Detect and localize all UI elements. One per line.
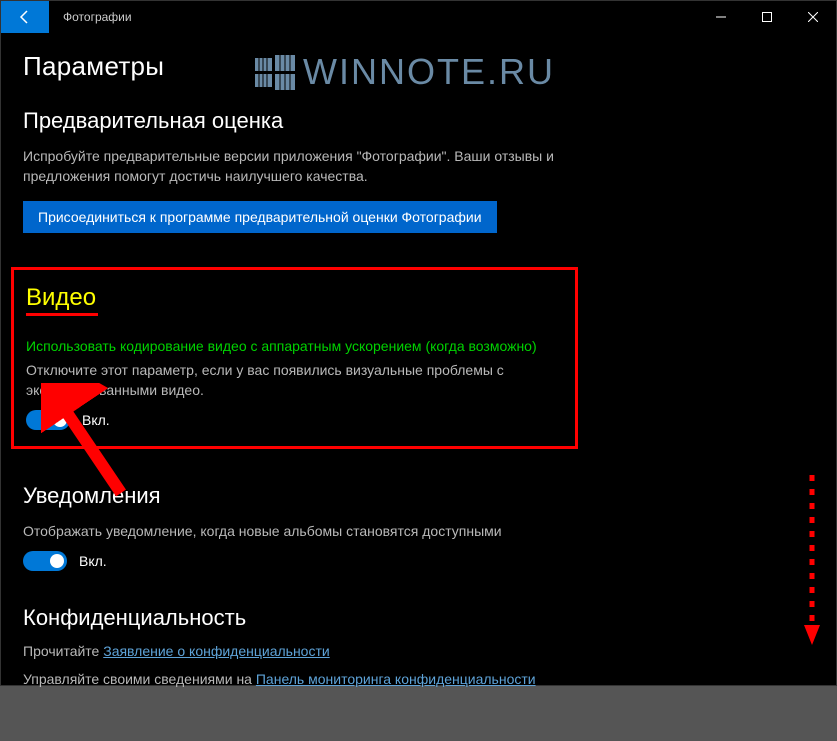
hw-accel-toggle[interactable]	[26, 410, 70, 430]
video-heading: Видео	[26, 284, 96, 312]
toggle-knob	[50, 554, 64, 568]
video-section-highlight: Видео Использовать кодирование видео с а…	[11, 267, 578, 450]
privacy-statement-link[interactable]: Заявление о конфиденциальности	[103, 643, 329, 659]
window-controls	[698, 1, 836, 33]
red-underline-annotation	[26, 313, 98, 316]
hw-accel-toggle-label: Вкл.	[82, 412, 110, 428]
join-preview-button[interactable]: Присоединиться к программе предварительн…	[23, 201, 497, 233]
privacy-line-1: Прочитайте Заявление о конфиденциальност…	[23, 643, 814, 659]
privacy-line-1-prefix: Прочитайте	[23, 643, 103, 659]
page-title: Параметры	[23, 51, 814, 82]
notifications-desc: Отображать уведомление, когда новые альб…	[23, 521, 623, 541]
video-heading-text: Видео	[26, 284, 96, 311]
preview-heading: Предварительная оценка	[23, 108, 814, 134]
privacy-section: Конфиденциальность Прочитайте Заявление …	[23, 605, 814, 687]
maximize-button[interactable]	[744, 1, 790, 33]
preview-section: Предварительная оценка Испробуйте предва…	[23, 108, 814, 233]
minimize-button[interactable]	[698, 1, 744, 33]
hw-accel-desc: Отключите этот параметр, если у вас появ…	[26, 360, 563, 401]
titlebar: Фотографии	[1, 1, 836, 33]
toggle-knob	[53, 413, 67, 427]
photos-settings-window: Фотографии Параметры Предварительная оце…	[0, 0, 837, 686]
back-button[interactable]	[1, 1, 49, 33]
notifications-toggle-label: Вкл.	[79, 553, 107, 569]
content-area: Параметры Предварительная оценка Испробу…	[1, 33, 836, 741]
window-title: Фотографии	[49, 1, 698, 33]
hw-accel-title: Использовать кодирование видео с аппарат…	[26, 338, 563, 354]
privacy-dashboard-link[interactable]: Панель мониторинга конфиденциальности	[256, 671, 536, 687]
notifications-section: Уведомления Отображать уведомление, когд…	[23, 483, 814, 571]
notifications-toggle-row: Вкл.	[23, 551, 814, 571]
notifications-toggle[interactable]	[23, 551, 67, 571]
notifications-heading: Уведомления	[23, 483, 814, 509]
privacy-heading: Конфиденциальность	[23, 605, 814, 631]
preview-desc: Испробуйте предварительные версии прилож…	[23, 146, 623, 187]
close-button[interactable]	[790, 1, 836, 33]
hw-accel-toggle-row: Вкл.	[26, 410, 563, 430]
privacy-line-2-prefix: Управляйте своими сведениями на	[23, 671, 256, 687]
privacy-line-2: Управляйте своими сведениями на Панель м…	[23, 671, 814, 687]
